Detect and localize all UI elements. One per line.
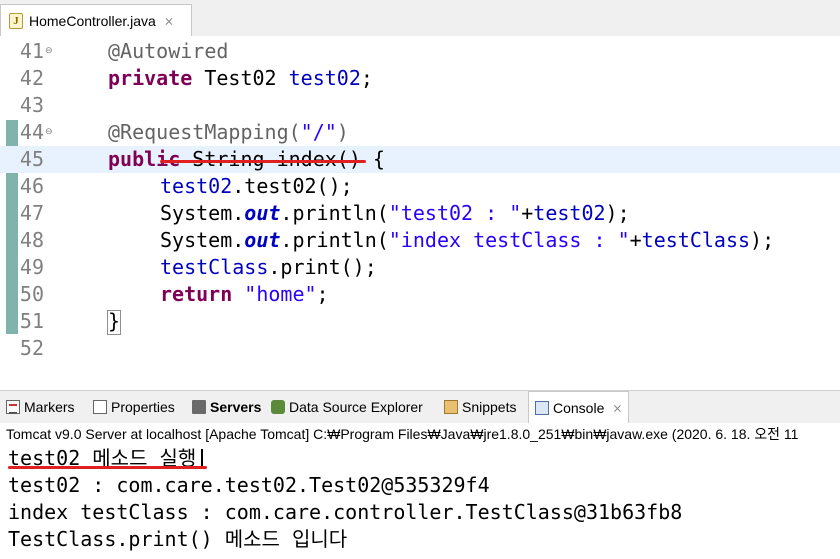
editor-tab-homecontroller[interactable]: J HomeController.java ⨯ bbox=[0, 4, 192, 36]
code-line: 46 test02.test02(); bbox=[0, 173, 840, 200]
editor-tab-label: HomeController.java bbox=[29, 12, 156, 29]
line-number: 49 bbox=[19, 255, 44, 279]
data-source-icon bbox=[271, 400, 285, 414]
code-text: ; bbox=[316, 282, 329, 306]
console-process-label: Tomcat v9.0 Server at localhost [Apache … bbox=[0, 423, 840, 445]
string-literal: "/" bbox=[300, 120, 337, 144]
line-number: 46 bbox=[19, 174, 44, 198]
close-icon[interactable]: ⨯ bbox=[612, 401, 622, 415]
field-ref: testClass bbox=[160, 255, 269, 279]
code-line-current: 45 public String index() { bbox=[0, 146, 840, 173]
tab-console[interactable]: Console ⨯ bbox=[528, 391, 630, 423]
tab-label: Servers bbox=[210, 399, 262, 415]
snippets-icon bbox=[444, 400, 458, 414]
static-field: out bbox=[244, 201, 281, 225]
fold-icon[interactable]: ⊖ bbox=[45, 47, 53, 56]
line-number: 47 bbox=[19, 201, 44, 225]
annotation: @RequestMapping( bbox=[108, 120, 301, 144]
code-text: .println( bbox=[280, 228, 389, 252]
keyword: public bbox=[108, 147, 181, 171]
code-line: 48 System.out.println("index testClass :… bbox=[0, 227, 840, 254]
string-literal: "test02 : " bbox=[388, 201, 522, 225]
console-output[interactable]: test02 메소드 실행 test02 : com.care.test02.T… bbox=[0, 445, 840, 559]
keyword: private bbox=[108, 66, 193, 90]
tab-servers[interactable]: Servers bbox=[192, 391, 261, 423]
tab-properties[interactable]: Properties bbox=[93, 391, 175, 423]
line-number: 48 bbox=[19, 228, 44, 252]
code-line: 52 bbox=[0, 335, 840, 362]
tab-label: Console bbox=[553, 399, 605, 416]
line-number: 51 bbox=[19, 309, 44, 333]
tab-label: Data Source Explorer bbox=[289, 399, 423, 415]
code-text: .print(); bbox=[268, 255, 377, 279]
tab-label: Properties bbox=[111, 399, 175, 415]
code-text: + bbox=[521, 201, 534, 225]
code-line: 41 ⊖ @Autowired bbox=[0, 38, 840, 65]
code-editor[interactable]: 41 ⊖ @Autowired 42 private Test02 test02… bbox=[0, 36, 840, 419]
line-number: 41 bbox=[19, 39, 44, 63]
field-ref: test02 bbox=[288, 66, 361, 90]
field-ref: testClass bbox=[641, 228, 751, 252]
markers-icon bbox=[6, 400, 20, 414]
line-number: 50 bbox=[19, 282, 44, 306]
code-line: 42 private Test02 test02; bbox=[0, 65, 840, 92]
code-text: ; bbox=[360, 66, 373, 90]
tab-label: Snippets bbox=[462, 399, 517, 415]
panel-tab-bar: Markers Properties Servers Data Source E… bbox=[0, 390, 840, 423]
string-literal: "index testClass : " bbox=[388, 228, 630, 252]
code-text: + bbox=[629, 228, 642, 252]
close-icon[interactable]: ⨯ bbox=[164, 14, 174, 28]
code-text: String index() { bbox=[180, 147, 385, 171]
code-text: .println( bbox=[280, 201, 389, 225]
keyword: return bbox=[160, 282, 233, 306]
editor-tab-bar: J HomeController.java ⨯ bbox=[0, 0, 840, 36]
code-text: .test02(); bbox=[232, 174, 353, 198]
code-line: 44 ⊖ @RequestMapping("/") bbox=[0, 119, 840, 146]
annotation: @Autowired bbox=[108, 39, 229, 63]
console-icon bbox=[535, 400, 549, 415]
fold-icon[interactable]: ⊖ bbox=[45, 128, 53, 137]
code-line: 50 return "home"; bbox=[0, 281, 840, 308]
code-line: 43 bbox=[0, 92, 840, 119]
line-number: 42 bbox=[19, 66, 44, 90]
code-text: ); bbox=[605, 201, 630, 225]
annotation: ) bbox=[336, 120, 349, 144]
tab-markers[interactable]: Markers bbox=[6, 391, 75, 423]
field-ref: test02 bbox=[160, 174, 233, 198]
line-number: 52 bbox=[19, 336, 44, 360]
code-line: 49 testClass.print(); bbox=[0, 254, 840, 281]
code-line: 51 } bbox=[0, 308, 840, 335]
servers-icon bbox=[192, 400, 206, 414]
line-number: 44 bbox=[19, 120, 44, 144]
field-ref: test02 bbox=[533, 201, 606, 225]
red-underline-annotation bbox=[8, 466, 207, 469]
code-text: System. bbox=[160, 201, 245, 225]
code-text: System. bbox=[160, 228, 245, 252]
properties-icon bbox=[93, 400, 107, 414]
console-line: test02 : com.care.test02.Test02@535329f4 bbox=[8, 473, 490, 497]
code-line: 47 System.out.println("test02 : "+test02… bbox=[0, 200, 840, 227]
console-line: TestClass.print() 메소드 입니다 bbox=[8, 527, 348, 551]
tab-snippets[interactable]: Snippets bbox=[444, 391, 516, 423]
line-number: 45 bbox=[19, 147, 44, 171]
tab-data-source-explorer[interactable]: Data Source Explorer bbox=[271, 391, 423, 423]
red-underline-annotation bbox=[160, 160, 366, 163]
line-number: 43 bbox=[19, 93, 44, 117]
java-file-icon: J bbox=[9, 12, 23, 29]
bracket-match-box bbox=[107, 310, 121, 335]
code-text: ); bbox=[750, 228, 775, 252]
tab-label: Markers bbox=[24, 399, 75, 415]
static-field: out bbox=[244, 228, 281, 252]
string-literal: "home" bbox=[244, 282, 317, 306]
code-text: Test02 bbox=[192, 66, 289, 90]
console-line: index testClass : com.care.controller.Te… bbox=[8, 500, 683, 524]
